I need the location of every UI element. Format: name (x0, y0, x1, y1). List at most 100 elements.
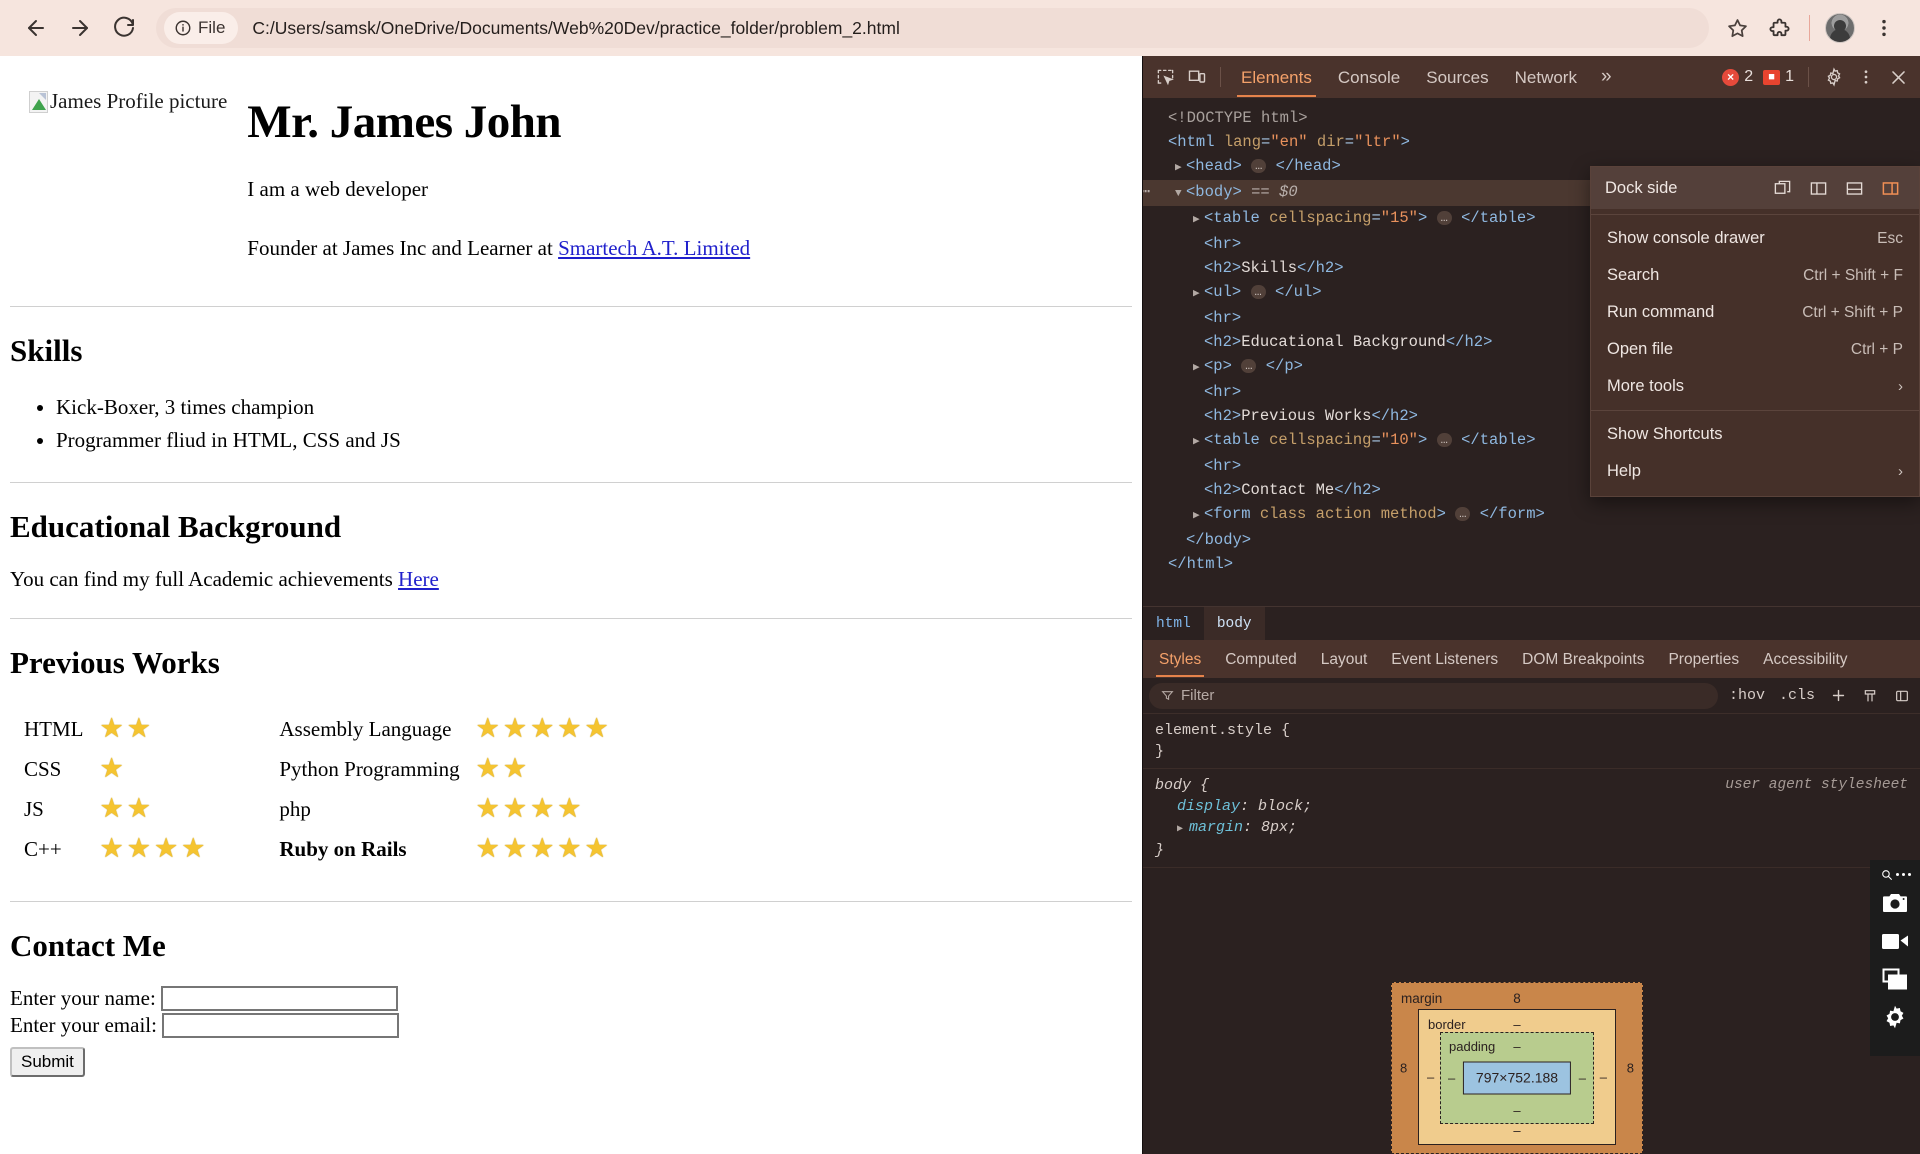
back-button[interactable] (14, 6, 58, 50)
work-stars-right: ★ ★ ★ ★ ★ (474, 715, 611, 743)
css-selector[interactable]: element.style { (1155, 720, 1908, 741)
devtools-menu-icon[interactable] (1850, 62, 1882, 92)
tab-network[interactable]: Network (1502, 58, 1590, 97)
devtools-panel: Elements Console Sources Network » × 2 ■… (1142, 56, 1920, 1154)
css-property[interactable]: display (1177, 798, 1240, 815)
avatar (1825, 13, 1855, 43)
url-text[interactable]: C:/Users/samsk/OneDrive/Documents/Web%20… (252, 18, 899, 39)
device-toolbar-icon[interactable] (1181, 62, 1213, 92)
box-padding-top[interactable]: – (1441, 1036, 1593, 1057)
dock-undock-icon[interactable] (1767, 175, 1797, 201)
dom-node[interactable]: </html> (1143, 552, 1920, 576)
warning-badge[interactable]: ■ 1 (1758, 68, 1799, 86)
profile-avatar[interactable] (1818, 6, 1862, 50)
tab-properties[interactable]: Properties (1656, 642, 1751, 677)
css-rule[interactable]: body {user agent stylesheet display: bloc… (1143, 769, 1920, 868)
menu-item[interactable]: More tools › (1591, 368, 1919, 405)
name-field[interactable] (160, 986, 398, 1012)
menu-item-shortcut: Ctrl + Shift + F (1803, 266, 1903, 284)
styles-pane[interactable]: element.style {} body {user agent stylesh… (1143, 714, 1920, 1154)
expand-arrow-icon[interactable]: ▶ (1175, 156, 1186, 180)
chrome-menu-icon[interactable] (1862, 6, 1906, 50)
menu-item[interactable]: Show Shortcuts (1591, 416, 1919, 453)
dom-node[interactable]: <!DOCTYPE html> (1143, 106, 1920, 130)
recorder-drag-handle[interactable] (1870, 864, 1920, 884)
box-margin-top[interactable]: 8 (1392, 988, 1642, 1009)
screenshot-camera-icon[interactable] (1870, 884, 1920, 922)
css-value[interactable]: : block; (1240, 798, 1312, 815)
expand-arrow-icon[interactable]: ▶ (1193, 504, 1204, 528)
box-border-left[interactable]: – (1427, 1067, 1434, 1088)
record-video-icon[interactable] (1870, 922, 1920, 960)
bookmark-star-icon[interactable] (1717, 8, 1757, 48)
toggle-sidebar-icon[interactable] (1890, 685, 1914, 707)
tab-console[interactable]: Console (1325, 58, 1413, 97)
expand-arrow-icon[interactable]: ▶ (1193, 282, 1204, 306)
menu-item[interactable]: Help › (1591, 453, 1919, 490)
email-field[interactable] (161, 1013, 399, 1039)
more-tabs-icon[interactable]: » (1590, 66, 1623, 88)
dock-bottom-icon[interactable] (1839, 175, 1869, 201)
academic-here-link[interactable]: Here (398, 567, 439, 591)
star-rating: ★ ★ ★ ★ ★ (476, 835, 609, 862)
menu-item[interactable]: Open file Ctrl + P (1591, 331, 1919, 368)
hov-toggle[interactable]: :hov (1726, 687, 1768, 704)
breadcrumb-body[interactable]: body (1203, 607, 1265, 640)
inspect-element-icon[interactable] (1149, 62, 1181, 92)
forward-button[interactable] (58, 6, 102, 50)
css-value[interactable]: : 8px; (1243, 819, 1297, 836)
dom-node[interactable]: ▶ <form class action method> … </form> (1143, 502, 1920, 528)
css-declaration[interactable]: display: block; (1155, 796, 1908, 817)
tab-accessibility[interactable]: Accessibility (1751, 642, 1859, 677)
box-padding-right[interactable]: – (1579, 1068, 1586, 1089)
styles-filter-input[interactable]: Filter (1149, 682, 1718, 709)
screen-recorder-toolbar (1870, 860, 1920, 1056)
tab-elements[interactable]: Elements (1228, 58, 1325, 97)
box-padding-bottom[interactable]: – (1441, 1100, 1593, 1121)
divider (10, 482, 1132, 484)
tab-styles[interactable]: Styles (1147, 642, 1213, 677)
box-padding-left[interactable]: – (1448, 1068, 1455, 1089)
smartech-link[interactable]: Smartech A.T. Limited (558, 236, 750, 260)
node-menu-icon[interactable]: ⋯ (1143, 180, 1150, 204)
error-badge[interactable]: × 2 (1717, 68, 1758, 86)
dom-node[interactable]: <html lang="en" dir="ltr"> (1143, 130, 1920, 154)
css-declaration[interactable]: ▶ margin: 8px; (1155, 817, 1908, 840)
settings-gear-icon[interactable] (1818, 62, 1850, 92)
expand-arrow-icon[interactable]: ▶ (1193, 430, 1204, 454)
reload-button[interactable] (102, 6, 146, 50)
expand-arrow-icon[interactable]: ▶ (1193, 208, 1204, 232)
css-property[interactable]: margin (1189, 819, 1243, 836)
tab-computed[interactable]: Computed (1213, 642, 1309, 677)
star-icon: ★ (126, 793, 151, 824)
menu-item[interactable]: Show console drawer Esc (1591, 220, 1919, 257)
tab-layout[interactable]: Layout (1309, 642, 1380, 677)
box-margin-left[interactable]: 8 (1400, 1058, 1407, 1079)
close-devtools-icon[interactable] (1882, 62, 1914, 92)
tab-dom-breakpoints[interactable]: DOM Breakpoints (1510, 642, 1656, 677)
recorder-settings-gear-icon[interactable] (1870, 998, 1920, 1036)
breadcrumb-html[interactable]: html (1143, 607, 1204, 640)
dock-left-icon[interactable] (1803, 175, 1833, 201)
computed-styles-sidebar-icon[interactable] (1858, 685, 1882, 707)
new-style-rule-icon[interactable] (1826, 685, 1850, 707)
menu-item[interactable]: Search Ctrl + Shift + F (1591, 257, 1919, 294)
cls-toggle[interactable]: .cls (1776, 687, 1818, 704)
menu-item[interactable]: Run command Ctrl + Shift + P (1591, 294, 1919, 331)
dock-right-icon[interactable] (1875, 175, 1905, 201)
expand-arrow-icon[interactable]: ▶ (1177, 824, 1189, 835)
box-content-size[interactable]: 797×752.188 (1462, 1061, 1572, 1095)
address-bar[interactable]: File C:/Users/samsk/OneDrive/Documents/W… (156, 8, 1709, 48)
box-margin-right[interactable]: 8 (1627, 1058, 1634, 1079)
expand-arrow-icon[interactable]: ▼ (1175, 182, 1186, 206)
submit-button[interactable]: Submit (10, 1047, 85, 1078)
tab-event-listeners[interactable]: Event Listeners (1379, 642, 1510, 677)
dom-node[interactable]: </body> (1143, 528, 1920, 552)
css-rule[interactable]: element.style {} (1143, 714, 1920, 769)
file-scheme-chip[interactable]: File (164, 12, 239, 44)
extensions-icon[interactable] (1757, 6, 1801, 50)
box-border-right[interactable]: – (1600, 1067, 1607, 1088)
tab-sources[interactable]: Sources (1413, 58, 1501, 97)
capture-window-icon[interactable] (1870, 960, 1920, 998)
expand-arrow-icon[interactable]: ▶ (1193, 356, 1204, 380)
